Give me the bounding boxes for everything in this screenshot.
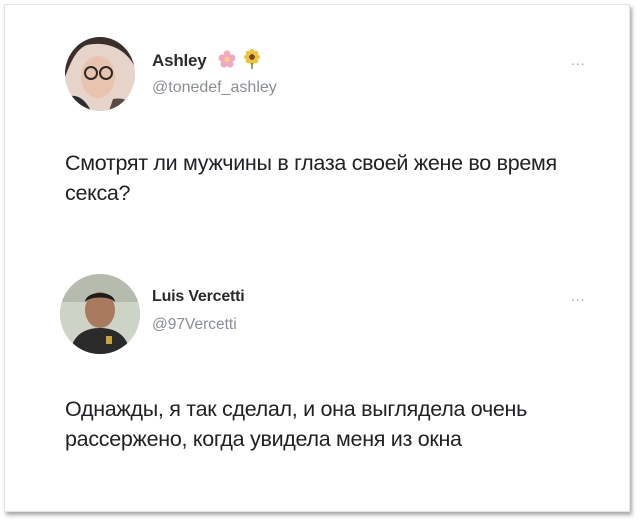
author-handle[interactable]: @tonedef_ashley xyxy=(152,79,277,97)
avatar-ashley-image xyxy=(65,37,135,111)
flower-emoji xyxy=(218,50,236,68)
avatar-vercetti[interactable] xyxy=(60,274,140,354)
avatar-ashley[interactable] xyxy=(65,37,135,111)
tweet-text: Смотрят ли мужчины в глаза своей жене во… xyxy=(65,151,557,205)
author-name[interactable]: Ashley xyxy=(152,51,207,71)
sunflower-emoji xyxy=(244,49,261,69)
tweet-ashley: Ashley @tonedef_ashley ... Смотрят ли му… xyxy=(5,5,629,245)
tweet-text: Однажды, я так сделал, и она выглядела о… xyxy=(65,397,528,451)
more-options-button[interactable]: ... xyxy=(571,289,586,303)
tweet-vercetti: Luis Vercetti @97Vercetti ... Однажды, я… xyxy=(5,245,629,513)
author-name[interactable]: Luis Vercetti xyxy=(152,288,245,306)
screenshot-frame: Ashley @tonedef_ashley ... Смотрят ли му… xyxy=(4,4,630,512)
author-handle[interactable]: @97Vercetti xyxy=(152,316,237,334)
name-emojis xyxy=(215,49,261,69)
avatar-vercetti-image xyxy=(60,274,140,354)
more-options-button[interactable]: ... xyxy=(571,53,586,67)
